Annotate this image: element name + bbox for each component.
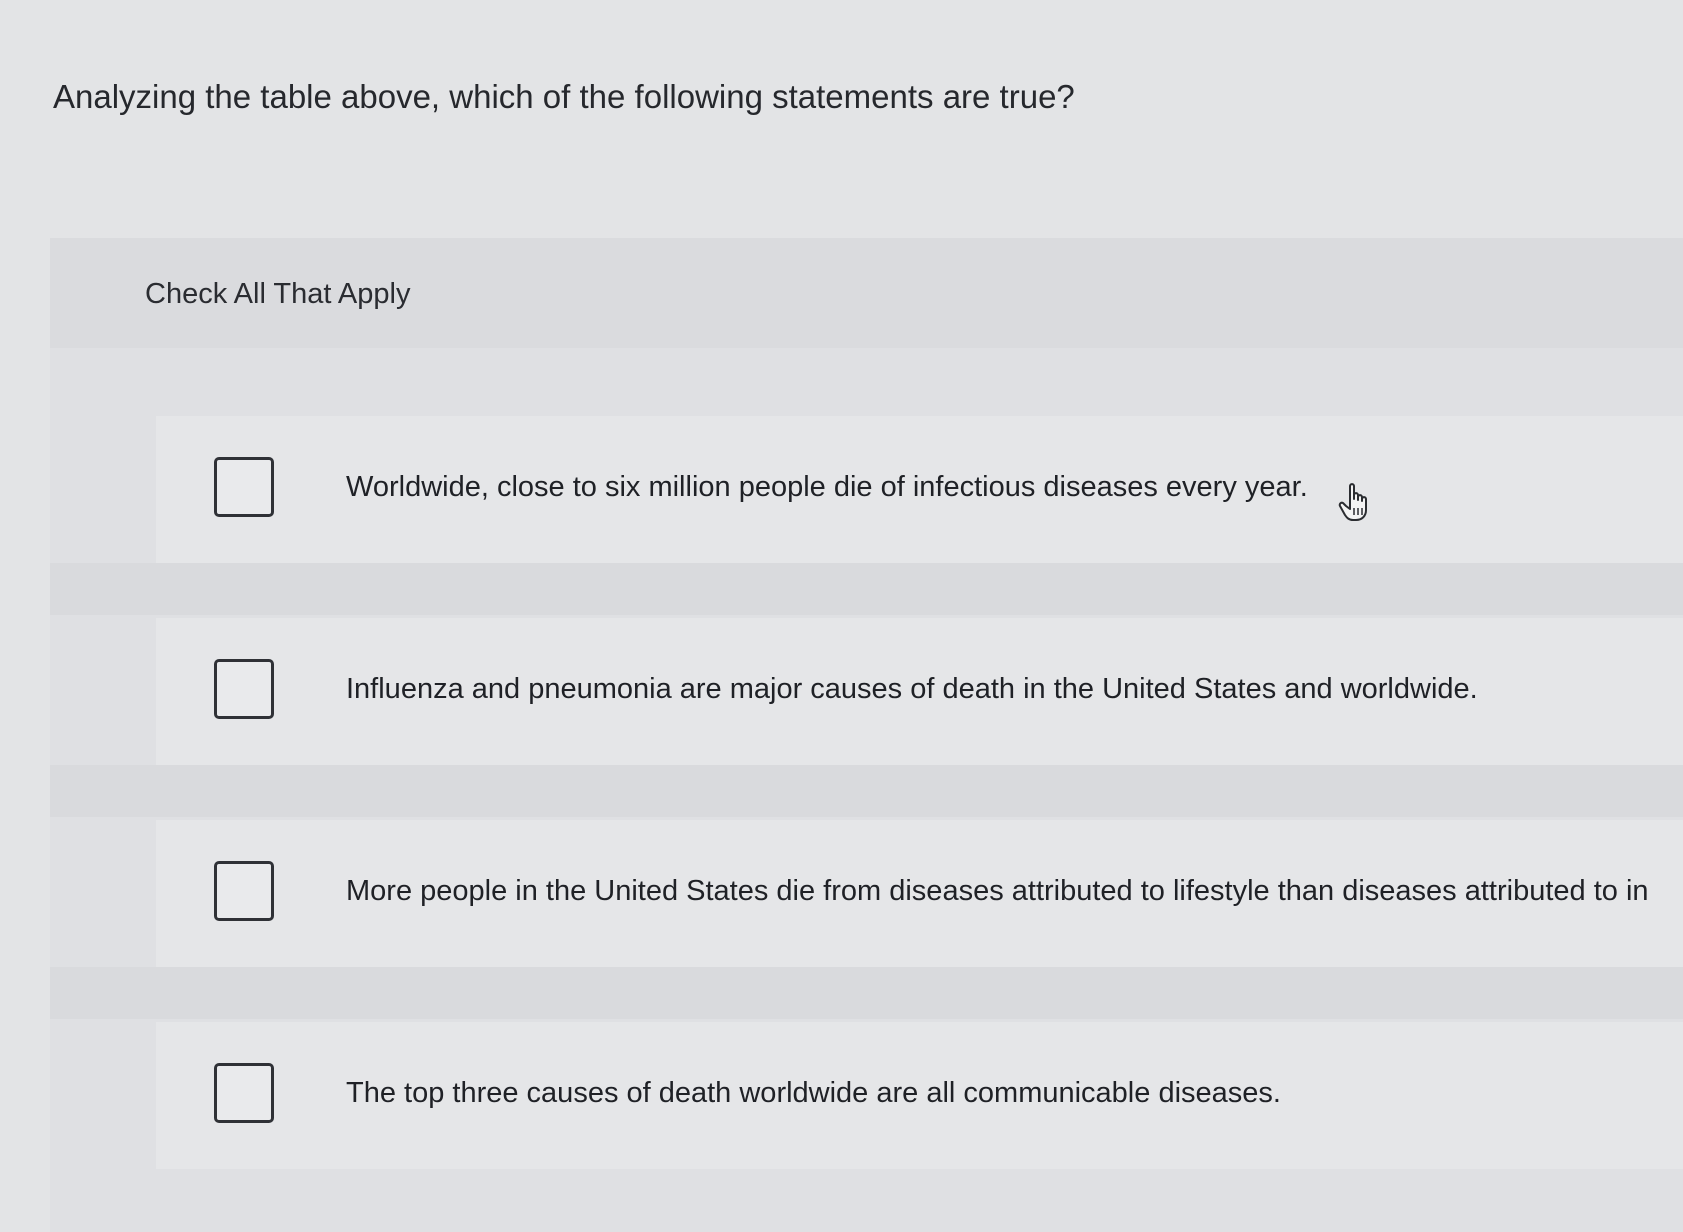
option-separator xyxy=(50,563,1683,615)
option-separator xyxy=(50,967,1683,1019)
option-label-3: More people in the United States die fro… xyxy=(346,875,1649,907)
hand-pointer-icon xyxy=(1338,483,1367,521)
option-separator xyxy=(50,765,1683,817)
option-label-4: The top three causes of death worldwide … xyxy=(346,1077,1281,1109)
option-checkbox-1[interactable] xyxy=(214,457,274,517)
option-label-2: Influenza and pneumonia are major causes… xyxy=(346,673,1478,705)
options-list: Worldwide, close to six million people d… xyxy=(50,348,1683,1232)
option-row-3[interactable]: More people in the United States die fro… xyxy=(156,820,1683,967)
option-row-1[interactable]: Worldwide, close to six million people d… xyxy=(156,416,1683,563)
option-checkbox-3[interactable] xyxy=(214,861,274,921)
option-checkbox-4[interactable] xyxy=(214,1063,274,1123)
check-all-panel: Check All That Apply Worldwide, close to… xyxy=(50,238,1683,1232)
option-row-2[interactable]: Influenza and pneumonia are major causes… xyxy=(156,618,1683,765)
option-row-4[interactable]: The top three causes of death worldwide … xyxy=(156,1022,1683,1169)
option-checkbox-2[interactable] xyxy=(214,659,274,719)
option-label-1: Worldwide, close to six million people d… xyxy=(346,471,1308,503)
instruction-label: Check All That Apply xyxy=(145,278,411,310)
panel-header: Check All That Apply xyxy=(50,238,1683,348)
question-prompt: Analyzing the table above, which of the … xyxy=(53,78,1075,115)
